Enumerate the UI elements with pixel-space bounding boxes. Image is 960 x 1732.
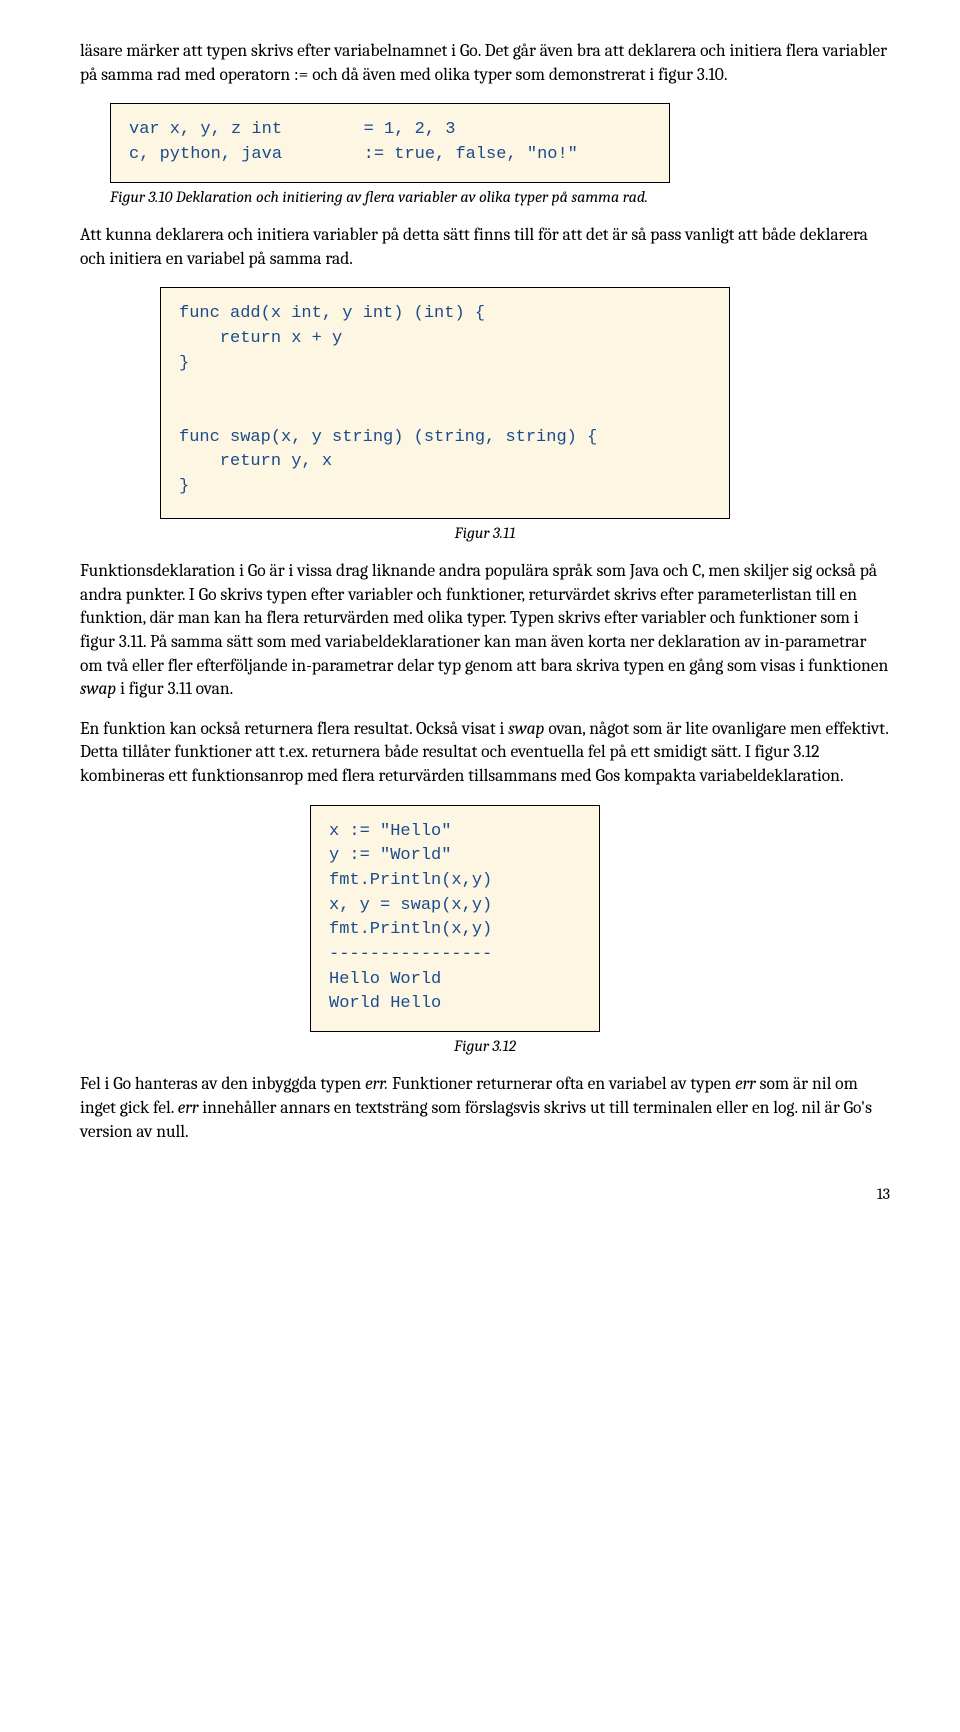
page-number: 13 (80, 1184, 890, 1206)
code-block-3-10: var x, y, z int = 1, 2, 3 c, python, jav… (110, 103, 670, 182)
paragraph-3: Funktionsdeklaration i Go är i vissa dra… (80, 560, 890, 702)
emphasis-err: err (735, 1074, 756, 1094)
emphasis-err: err. (365, 1074, 388, 1094)
emphasis-swap: swap (80, 679, 116, 699)
text: Funktioner returnerar ofta en variabel a… (388, 1074, 735, 1094)
emphasis-err: err (178, 1098, 199, 1118)
text: En funktion kan också returnera flera re… (80, 719, 508, 739)
text: Funktionsdeklaration i Go är i vissa dra… (80, 561, 888, 676)
emphasis-swap: swap (508, 719, 544, 739)
code-block-3-11: func add(x int, y int) (int) { return x … (160, 287, 730, 518)
text: Fel i Go hanteras av den inbyggda typen (80, 1074, 365, 1094)
code-block-3-12: x := "Hello" y := "World" fmt.Println(x,… (310, 805, 600, 1032)
paragraph-2: Att kunna deklarera och initiera variabl… (80, 224, 890, 271)
figure-caption-3-12: Figur 3.12 (80, 1036, 890, 1058)
paragraph-4: En funktion kan också returnera flera re… (80, 718, 890, 789)
text: i figur 3.11 ovan. (116, 679, 233, 699)
paragraph-intro: läsare märker att typen skrivs efter var… (80, 40, 890, 87)
figure-caption-3-11: Figur 3.11 (80, 523, 890, 545)
paragraph-5: Fel i Go hanteras av den inbyggda typen … (80, 1073, 890, 1144)
figure-caption-3-10: Figur 3.10 Deklaration och initiering av… (110, 187, 890, 209)
text: innehåller annars en textsträng som förs… (80, 1098, 872, 1142)
